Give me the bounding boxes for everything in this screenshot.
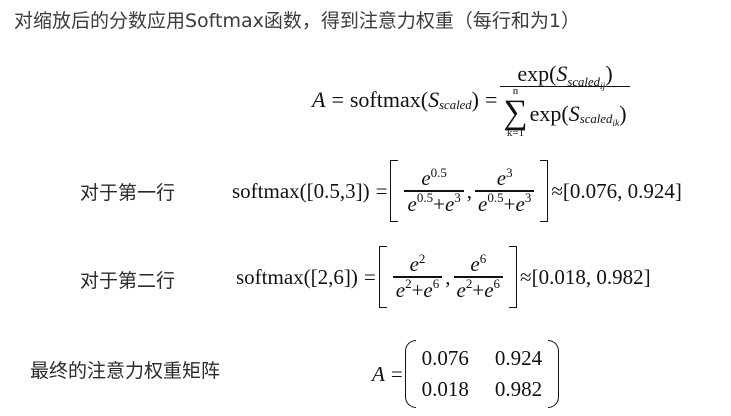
subscript-scaled-den: scaled [579, 111, 613, 126]
row2-frac-b: e6 e2+e6 [453, 251, 504, 302]
fraction-numerator: exp(Sscaledij) [514, 60, 615, 93]
final-label: 最终的注意力权重矩阵 [30, 360, 221, 382]
slide-heading: 对缩放后的分数应用Softmax函数，得到注意力权重（每行和为1） [14, 10, 580, 32]
softmax-fn: softmax( [349, 87, 429, 112]
row2-comma: , [445, 264, 451, 289]
attention-matrix: A = 0.076 0.924 0.018 0.982 [372, 340, 561, 408]
right-bracket [540, 160, 549, 222]
row2-equals: = [363, 264, 376, 289]
subscript-scaled-num: scaled [567, 75, 600, 90]
matrix-cell: 0.076 [421, 346, 469, 370]
row2-result: [0.018, 0.982] [531, 264, 651, 289]
equals-sign: = [331, 87, 344, 112]
sum-icon: n ∑ k=1 [503, 86, 528, 140]
subscript-ij: ij [599, 81, 606, 93]
subscript-ik: ik [612, 117, 620, 129]
left-bracket-2 [378, 246, 387, 308]
row2-label: 对于第二行 [80, 270, 176, 292]
sum-lower: k=1 [506, 127, 525, 140]
left-bracket [390, 160, 399, 222]
close-paren-den: ) [619, 100, 627, 126]
right-bracket-2 [509, 246, 518, 308]
fraction-denominator: n ∑ k=1 exp(Sscaledik) [500, 86, 629, 140]
matrix-var-a: A [372, 361, 385, 386]
close-paren-num: ) [605, 60, 613, 86]
matrix-cell: 0.924 [494, 346, 543, 370]
row1-approx: ≈ [551, 178, 563, 203]
softmax-fraction: exp(Sscaledij) n ∑ k=1 exp(Sscaledik) [500, 60, 630, 140]
row2-frac-a: e2 e2+e6 [392, 251, 443, 302]
subscript-scaled: scaled [439, 98, 472, 113]
right-paren [548, 340, 560, 408]
row2-approx: ≈ [520, 264, 532, 289]
row1-call: softmax([0.5,3]) [232, 178, 370, 203]
row1-equals: = [375, 178, 388, 203]
matrix-cell: 0.018 [421, 377, 469, 401]
exp-fn-den: exp( [529, 100, 569, 126]
softmax-general-formula: A = softmax(Sscaled) = exp(Sscaledij) n … [312, 52, 633, 148]
row1-comma: , [466, 178, 473, 203]
equals-sign-2: = [484, 87, 498, 112]
row1-frac-a: e0.5 e0.5+e3 [404, 164, 464, 216]
var-a: A [312, 87, 326, 112]
row1-result: [0.076, 0.924] [562, 178, 682, 203]
sum-symbol: ∑ [503, 94, 528, 132]
matrix-cell: 0.982 [494, 377, 543, 401]
row2-formula: softmax([2,6]) = e2 e2+e6 , e6 e2+e6 ≈ [… [236, 246, 651, 308]
row1-frac-b: e3 e0.5+e3 [475, 165, 535, 216]
left-paren [404, 340, 416, 408]
matrix-grid: 0.076 0.924 0.018 0.982 [418, 343, 547, 405]
row2-call: softmax([2,6]) [236, 264, 358, 289]
row1-formula: softmax([0.5,3]) = e0.5 e0.5+e3 , e3 e0.… [232, 160, 682, 222]
close-paren: ) [471, 87, 479, 112]
var-s-den: S [568, 100, 580, 126]
e-symbol: e [421, 166, 431, 191]
exponent: 0.5 [430, 164, 447, 180]
var-s: S [428, 87, 440, 112]
exp-fn: exp( [517, 60, 557, 86]
var-s-num: S [556, 60, 568, 86]
row1-label: 对于第一行 [80, 182, 176, 204]
matrix-equals: = [390, 361, 403, 386]
